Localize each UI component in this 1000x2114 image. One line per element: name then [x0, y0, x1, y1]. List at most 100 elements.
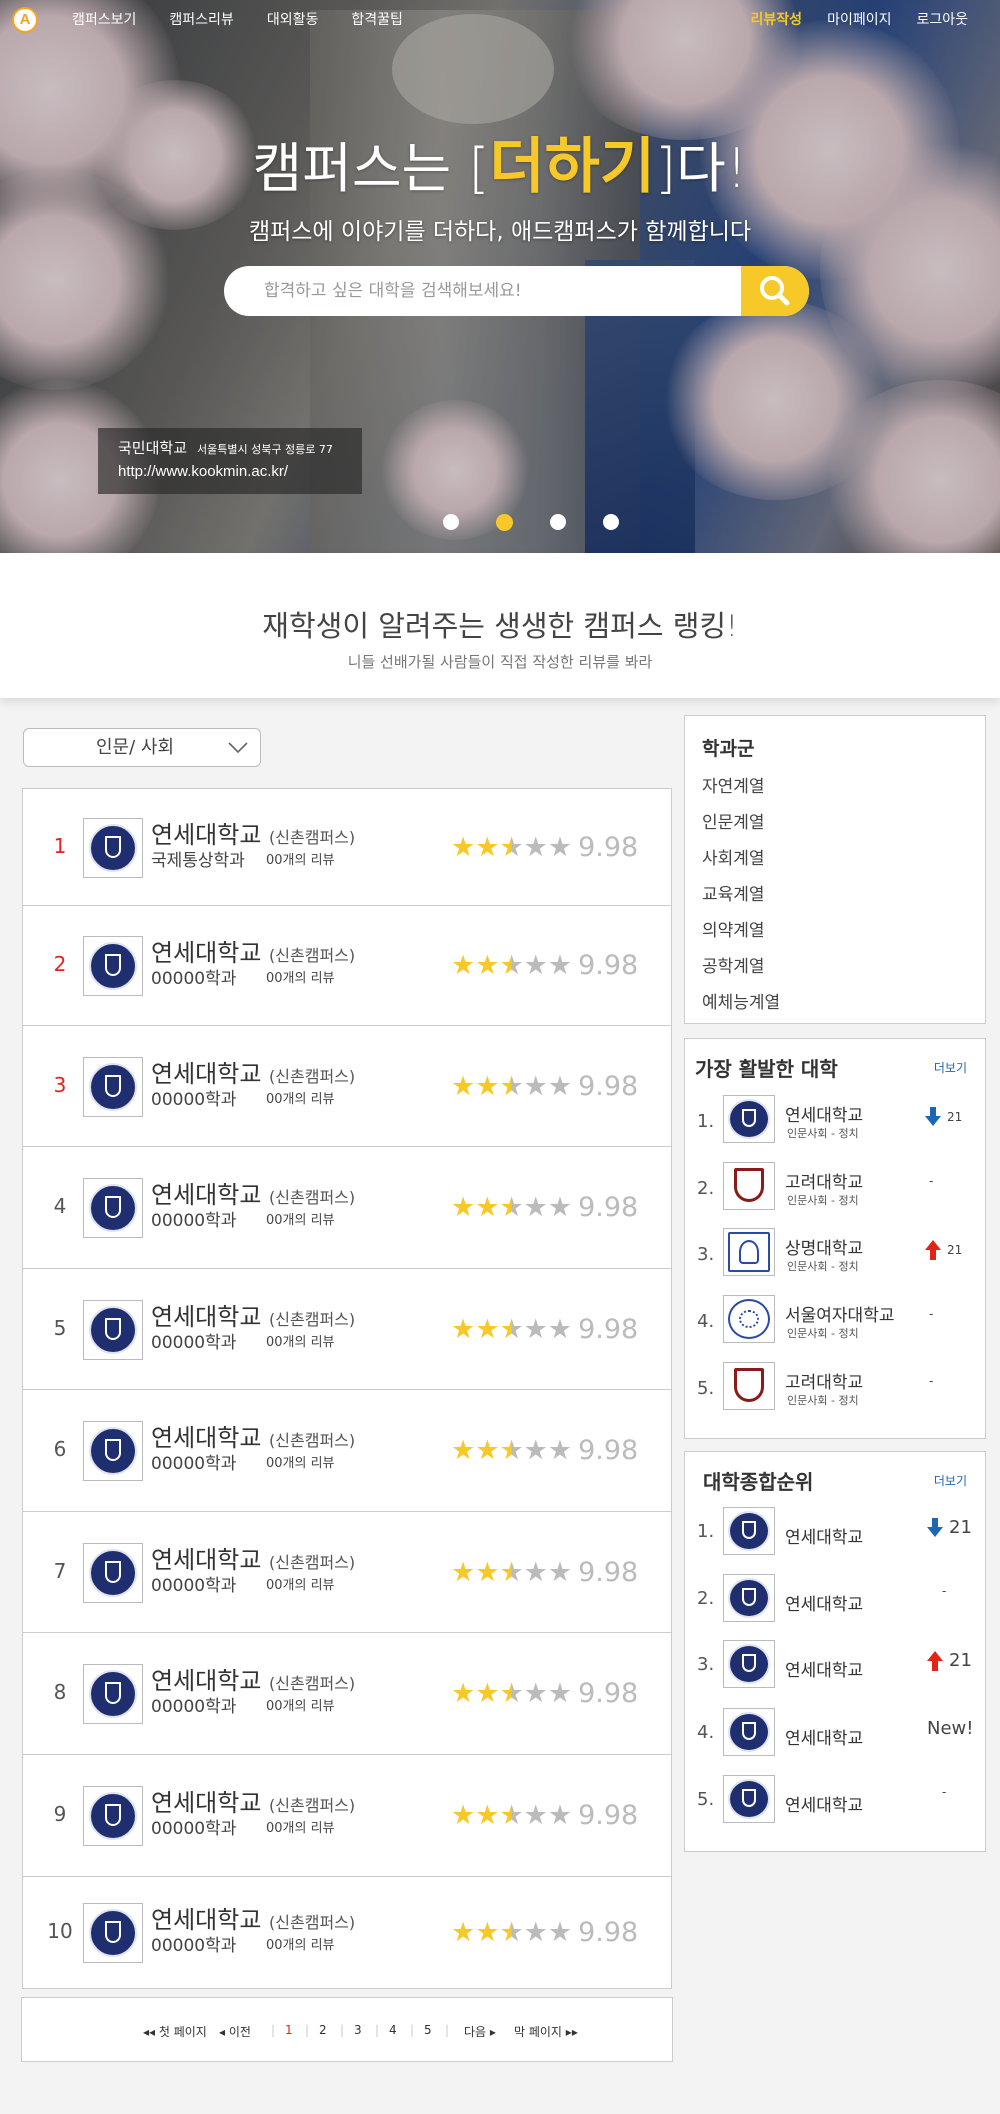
department-name: 00000학과	[151, 1211, 237, 1231]
page-link-3[interactable]: 3	[354, 2023, 362, 2037]
nav-campus-review[interactable]: 캠퍼스리뷰	[169, 9, 233, 29]
star-rating: ★ ★ ★ ★ ★ 9.98	[451, 1437, 638, 1464]
slide-dot-3[interactable]	[550, 514, 566, 530]
star-icon: ★	[475, 1800, 500, 1831]
review-count: 00개의 리뷰	[266, 1091, 335, 1107]
overall-rank: 5.	[697, 1789, 715, 1810]
university-logo	[83, 1903, 143, 1963]
star-icon: ★	[499, 831, 524, 863]
page-link-5[interactable]: 5	[424, 2023, 432, 2037]
category-dropdown[interactable]: 인문/ 사회	[23, 728, 261, 767]
nav-external-activities[interactable]: 대외활동	[267, 9, 319, 29]
university-name[interactable]: 연세대학교 (신촌캠퍼스)	[151, 1297, 355, 1332]
active-department: 인문사회 - 정치	[787, 1327, 859, 1340]
university-name[interactable]: 연세대학교 (신촌캠퍼스)	[151, 1540, 355, 1575]
university-name[interactable]: 연세대학교 (신촌캠퍼스)	[151, 1175, 355, 1210]
search-button[interactable]	[741, 266, 809, 316]
rank-change: 21	[925, 1240, 962, 1260]
caption-address: 서울특별시 성북구 정릉로 77	[197, 443, 333, 456]
university-logo	[723, 1775, 775, 1823]
category-item-education[interactable]: 교육계열	[702, 880, 765, 905]
site-logo[interactable]: A	[12, 7, 38, 33]
star-rating: ★ ★ ★ ★ ★ 9.98	[451, 1073, 638, 1100]
active-department: 인문사회 - 정치	[787, 1394, 859, 1407]
active-rank: 5.	[697, 1378, 715, 1399]
rating-score: 9.98	[578, 1435, 639, 1466]
last-page-link[interactable]: 막 페이지 ▸▸	[514, 2023, 578, 2040]
department-name: 00000학과	[151, 969, 237, 989]
nav-my-page[interactable]: 마이페이지	[827, 9, 891, 29]
university-logo	[83, 1299, 143, 1360]
nav-campus-view[interactable]: 캠퍼스보기	[72, 9, 136, 29]
campus-name: (신촌캠퍼스)	[269, 1796, 356, 1815]
review-count: 00개의 리뷰	[266, 1821, 335, 1836]
slide-dot-1[interactable]	[443, 514, 459, 530]
nav-admission-tips[interactable]: 합격꿀팁	[351, 9, 403, 29]
category-item-medical[interactable]: 의약계열	[702, 916, 765, 941]
first-page-link[interactable]: ◂◂ 첫 페이지	[143, 2023, 207, 2040]
page-link-2[interactable]: 2	[319, 2023, 327, 2037]
category-item-humanities[interactable]: 인문계열	[702, 808, 765, 833]
slide-dot-4[interactable]	[603, 514, 619, 530]
rank-change: New!	[927, 1718, 974, 1739]
category-item-arts-sports[interactable]: 예체능계열	[702, 988, 780, 1013]
rank-change: -	[942, 1785, 947, 1799]
caption-url[interactable]: http://www.kookmin.ac.kr/	[118, 463, 362, 480]
university-name[interactable]: 연세대학교 (신촌캠퍼스)	[151, 1418, 355, 1453]
ranking-row[interactable]: 9 연세대학교 (신촌캠퍼스) 00000학과 00개의 리뷰 ★ ★ ★ ★ ★ 9.98	[23, 1755, 671, 1877]
university-name[interactable]: 연세대학교 (신촌캠퍼스)	[151, 1661, 355, 1696]
slide-caption: 국민대학교 서울특별시 성북구 정릉로 77 http://www.kookmin…	[98, 428, 362, 494]
campus-name: (신촌캠퍼스)	[269, 1309, 356, 1329]
page-link-4[interactable]: 4	[389, 2023, 397, 2037]
category-item-social[interactable]: 사회계열	[702, 844, 765, 869]
university-name[interactable]: 연세대학교 (신촌캠퍼스)	[151, 933, 355, 968]
prev-page-link[interactable]: ◂ 이전	[219, 2023, 251, 2040]
ranking-row[interactable]: 2 연세대학교 (신촌캠퍼스) 00000학과 00개의 리뷰 ★ ★ ★ ★ ★ 9.98	[23, 906, 671, 1026]
category-item-natural[interactable]: 자연계열	[702, 772, 765, 797]
search-input[interactable]	[224, 266, 744, 316]
review-count: 00개의 리뷰	[266, 1699, 335, 1714]
active-university-name: 고려대학교	[785, 1173, 864, 1193]
most-active-more-link[interactable]: 더보기	[934, 1059, 967, 1076]
university-name[interactable]: 연세대학교 (신촌캠퍼스)	[151, 1900, 355, 1935]
star-icon: ★	[547, 950, 573, 981]
department-name: 00000학과	[151, 1575, 237, 1596]
chevron-down-icon	[228, 742, 248, 754]
page-link-1[interactable]: 1	[285, 2023, 293, 2037]
university-logo	[83, 1542, 143, 1603]
department-name: 00000학과	[151, 1697, 237, 1717]
active-department: 인문사회 - 정치	[787, 1127, 859, 1140]
rank-number: 8	[53, 1680, 67, 1704]
star-icon: ★	[547, 1192, 573, 1223]
rating-score: 9.98	[578, 1800, 639, 1831]
ranking-row[interactable]: 10 연세대학교 (신촌캠퍼스) 00000학과 00개의 리뷰 ★ ★ ★ ★ ★ 9.98	[23, 1877, 671, 1989]
star-icon: ★	[547, 1313, 573, 1345]
university-name[interactable]: 연세대학교 (신촌캠퍼스)	[151, 1783, 355, 1818]
university-name[interactable]: 연세대학교 (신촌캠퍼스)	[151, 1054, 355, 1089]
category-item-engineering[interactable]: 공학계열	[702, 952, 765, 977]
ranking-row[interactable]: 1 연세대학교 (신촌캠퍼스) 국제통상학과 00개의 리뷰 ★ ★ ★ ★ ★ 9.98	[23, 789, 671, 906]
star-rating: ★ ★ ★ ★ ★ 9.98	[451, 1802, 638, 1829]
university-logo	[723, 1162, 775, 1210]
rank-number: 7	[53, 1558, 67, 1583]
ranking-row[interactable]: 3 연세대학교 (신촌캠퍼스) 00000학과 00개의 리뷰 ★ ★ ★ ★ ★ 9.98	[23, 1026, 671, 1147]
slide-dot-2[interactable]	[496, 514, 513, 531]
ranking-row[interactable]: 6 연세대학교 (신촌캠퍼스) 00000학과 00개의 리뷰 ★ ★ ★ ★ ★ 9.98	[23, 1390, 671, 1512]
ranking-row[interactable]: 8 연세대학교 (신촌캠퍼스) 00000학과 00개의 리뷰 ★ ★ ★ ★ ★ 9.98	[23, 1633, 671, 1755]
hero-subtitle: 캠퍼스에 이야기를 더하다, 애드캠퍼스가 함께합니다	[248, 219, 752, 245]
nav-logout[interactable]: 로그아웃	[916, 9, 968, 29]
caption-university-name: 국민대학교	[118, 439, 188, 457]
next-page-link[interactable]: 다음 ▸	[464, 2023, 496, 2040]
overall-ranking-more-link[interactable]: 더보기	[934, 1472, 967, 1489]
university-logo	[83, 817, 143, 878]
ranking-row[interactable]: 7 연세대학교 (신촌캠퍼스) 00000학과 00개의 리뷰 ★ ★ ★ ★ ★ 9.98	[23, 1512, 671, 1633]
banner-title: 재학생이 알려주는 생생한 캠퍼스 랭킹!	[262, 609, 738, 643]
rating-score: 9.98	[578, 1678, 639, 1709]
ranking-row[interactable]: 5 연세대학교 (신촌캠퍼스) 00000학과 00개의 리뷰 ★ ★ ★ ★ ★ 9.98	[23, 1269, 671, 1390]
star-icon: ★	[451, 1556, 476, 1588]
nav-write-review[interactable]: 리뷰작성	[751, 9, 803, 29]
university-logo	[83, 1786, 143, 1846]
star-icon: ★	[475, 1435, 500, 1466]
ranking-row[interactable]: 4 연세대학교 (신촌캠퍼스) 00000학과 00개의 리뷰 ★ ★ ★ ★ ★ 9.98	[23, 1147, 671, 1269]
university-name[interactable]: 연세대학교 (신촌캠퍼스)	[151, 815, 355, 850]
